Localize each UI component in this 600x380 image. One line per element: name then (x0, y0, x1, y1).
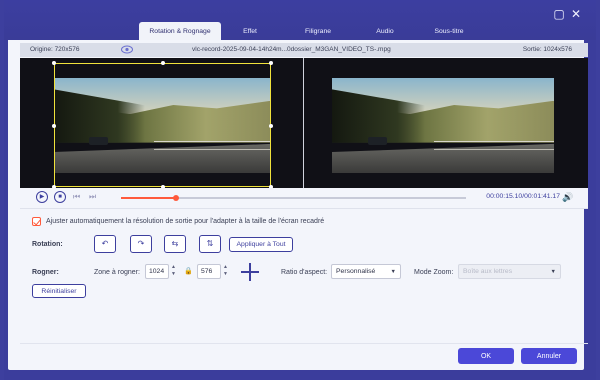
crop-handle[interactable] (269, 61, 273, 65)
seek-handle[interactable] (173, 195, 180, 201)
preview-area (20, 58, 588, 189)
seek-progress (121, 197, 177, 199)
crop-zone-label: Zone à rogner: (94, 269, 140, 276)
tab-audio[interactable]: Audio (357, 22, 413, 40)
zoom-mode-select[interactable]: Boîte aux lettres ▼ (458, 264, 561, 279)
aspect-ratio-label: Ratio d'aspect: (281, 269, 328, 276)
zoom-mode-value: Boîte aux lettres (463, 268, 513, 275)
flip-horizontal-icon[interactable]: ⇆ (164, 235, 186, 253)
width-stepper[interactable]: ▲ ▼ (170, 264, 177, 279)
rotation-label: Rotation: (32, 241, 63, 248)
crop-height-input[interactable]: 576 (197, 264, 221, 279)
apply-all-button[interactable]: Appliquer à Tout (229, 237, 293, 252)
file-name: vlc-record-2025-09-04-14h24m...0dossier_… (192, 46, 391, 53)
minimize-icon[interactable]: ▢ (553, 8, 565, 20)
playback-controls: ▶ ■ ⏮ ⏭ 00:00:15.10/00:01:41.17 🔊 (20, 188, 588, 208)
divider (20, 208, 588, 209)
crop-width-input[interactable]: 1024 (145, 264, 169, 279)
crop-handle[interactable] (161, 61, 165, 65)
previous-frame-icon[interactable]: ⏮ (73, 192, 80, 202)
rotate-left-icon[interactable]: ↶ (94, 235, 116, 253)
cancel-button[interactable]: Annuler (521, 348, 577, 364)
tab-subtitle[interactable]: Sous-titre (413, 22, 485, 40)
next-frame-icon[interactable]: ⏭ (89, 192, 96, 202)
reset-button[interactable]: Réinitialiser (32, 284, 86, 298)
lock-icon[interactable]: 🔒 (184, 267, 193, 276)
output-resolution: Sortie: 1024x576 (522, 46, 572, 53)
info-bar: Origine: 720x576 vlc-record-2025-09-04-1… (20, 43, 588, 57)
crop-handle[interactable] (52, 124, 56, 128)
tab-rotation-crop[interactable]: Rotation & Rognage (139, 22, 221, 40)
auto-adjust-checkbox[interactable] (32, 217, 41, 226)
eye-icon[interactable] (121, 45, 133, 54)
seek-bar[interactable] (121, 195, 466, 201)
aspect-ratio-value: Personnalisé (336, 268, 376, 275)
crop-rectangle[interactable] (52, 61, 273, 189)
center-crop-icon[interactable] (241, 263, 259, 281)
ok-button[interactable]: OK (458, 348, 514, 364)
auto-adjust-row: Ajuster automatiquement la résolution de… (32, 217, 324, 226)
time-display: 00:00:15.10/00:01:41.17 (486, 193, 560, 200)
crop-handle[interactable] (52, 61, 56, 65)
output-video (332, 78, 554, 173)
stop-button[interactable]: ■ (54, 191, 66, 203)
aspect-ratio-select[interactable]: Personnalisé ▼ (331, 264, 401, 279)
tab-effect[interactable]: Effet (221, 22, 279, 40)
preview-divider (303, 58, 304, 188)
crop-handle[interactable] (269, 124, 273, 128)
video-frame (332, 78, 554, 173)
zoom-mode-label: Mode Zoom: (414, 269, 454, 276)
close-icon[interactable]: ✕ (570, 8, 582, 20)
tab-watermark[interactable]: Filigrane (279, 22, 357, 40)
rotate-right-icon[interactable]: ↷ (130, 235, 152, 253)
volume-icon[interactable]: 🔊 (562, 192, 573, 202)
chevron-down-icon: ▼ (550, 269, 556, 275)
chevron-down-icon: ▼ (390, 269, 396, 275)
editor-window: Rotation & Rognage Effet Filigrane Audio… (4, 0, 596, 380)
crop-label: Rogner: (32, 269, 59, 276)
title-bar: Rotation & Rognage Effet Filigrane Audio… (4, 0, 596, 40)
auto-adjust-label: Ajuster automatiquement la résolution de… (46, 218, 325, 225)
play-button[interactable]: ▶ (36, 191, 48, 203)
origin-resolution: Origine: 720x576 (30, 46, 80, 53)
height-stepper[interactable]: ▲ ▼ (222, 264, 229, 279)
tab-bar: Rotation & Rognage Effet Filigrane Audio… (139, 22, 485, 40)
flip-vertical-icon[interactable]: ⇅ (199, 235, 221, 253)
